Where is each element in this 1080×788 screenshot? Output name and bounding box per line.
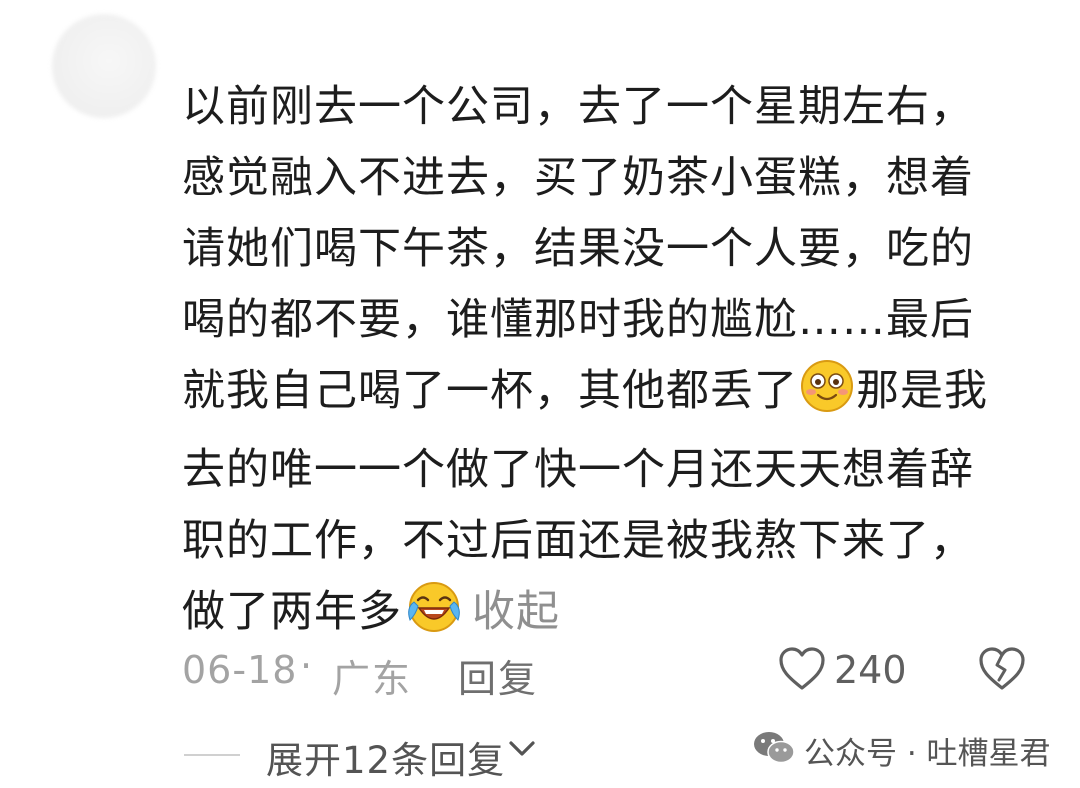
comment-text: 就我自己喝了一杯，其他都丢了 xyxy=(182,366,798,416)
watermark: 公众号 · 吐槽星君 xyxy=(752,726,1062,772)
expand-replies[interactable]: 展开12条回复 xyxy=(182,726,602,782)
divider xyxy=(184,754,240,756)
comment-body: 以前刚去一个公司，去了一个星期左右， 感觉融入不进去，买了奶茶小蛋糕，想着 请她… xyxy=(182,72,1022,656)
broken-heart-icon[interactable] xyxy=(978,646,1026,701)
comment-meta: 06-18 · 广东 回复 240 xyxy=(182,642,1042,701)
heart-outline-icon[interactable] xyxy=(778,646,826,701)
comment-line: 以前刚去一个公司，去了一个星期左右， xyxy=(182,82,974,132)
comment-line: 感觉融入不进去，买了奶茶小蛋糕，想着 xyxy=(182,153,974,203)
watermark-text: 公众号 · 吐槽星君 xyxy=(804,736,1051,772)
chevron-down-icon[interactable] xyxy=(508,738,536,764)
expand-replies-label[interactable]: 展开12条回复 xyxy=(266,730,505,784)
avatar[interactable] xyxy=(52,14,156,118)
comment-date: 06-18 xyxy=(182,648,298,692)
comment-text: 那是我 xyxy=(856,366,988,416)
reply-button[interactable]: 回复 xyxy=(458,648,538,703)
comment-line: 就我自己喝了一杯，其他都丢了 那是我 xyxy=(182,356,1022,435)
comment-line: 去的唯一一个做了快一个月还天天想着辞 xyxy=(182,445,974,495)
meta-separator: · xyxy=(300,644,313,688)
collapse-link[interactable]: 收起 xyxy=(472,587,560,637)
comment-line: 职的工作，不过后面还是被我熬下来了， xyxy=(182,516,974,566)
like-count: 240 xyxy=(834,648,907,692)
smile-emoji xyxy=(800,359,854,435)
comment-line: 请她们喝下午茶，结果没一个人要，吃的 xyxy=(182,224,974,274)
wechat-logo-icon xyxy=(752,730,796,770)
comment-line: 喝的都不要，谁懂那时我的尴尬……最后 xyxy=(182,295,974,345)
comment-location: 广东 xyxy=(332,657,413,701)
comment-text: 做了两年多 xyxy=(182,587,402,637)
